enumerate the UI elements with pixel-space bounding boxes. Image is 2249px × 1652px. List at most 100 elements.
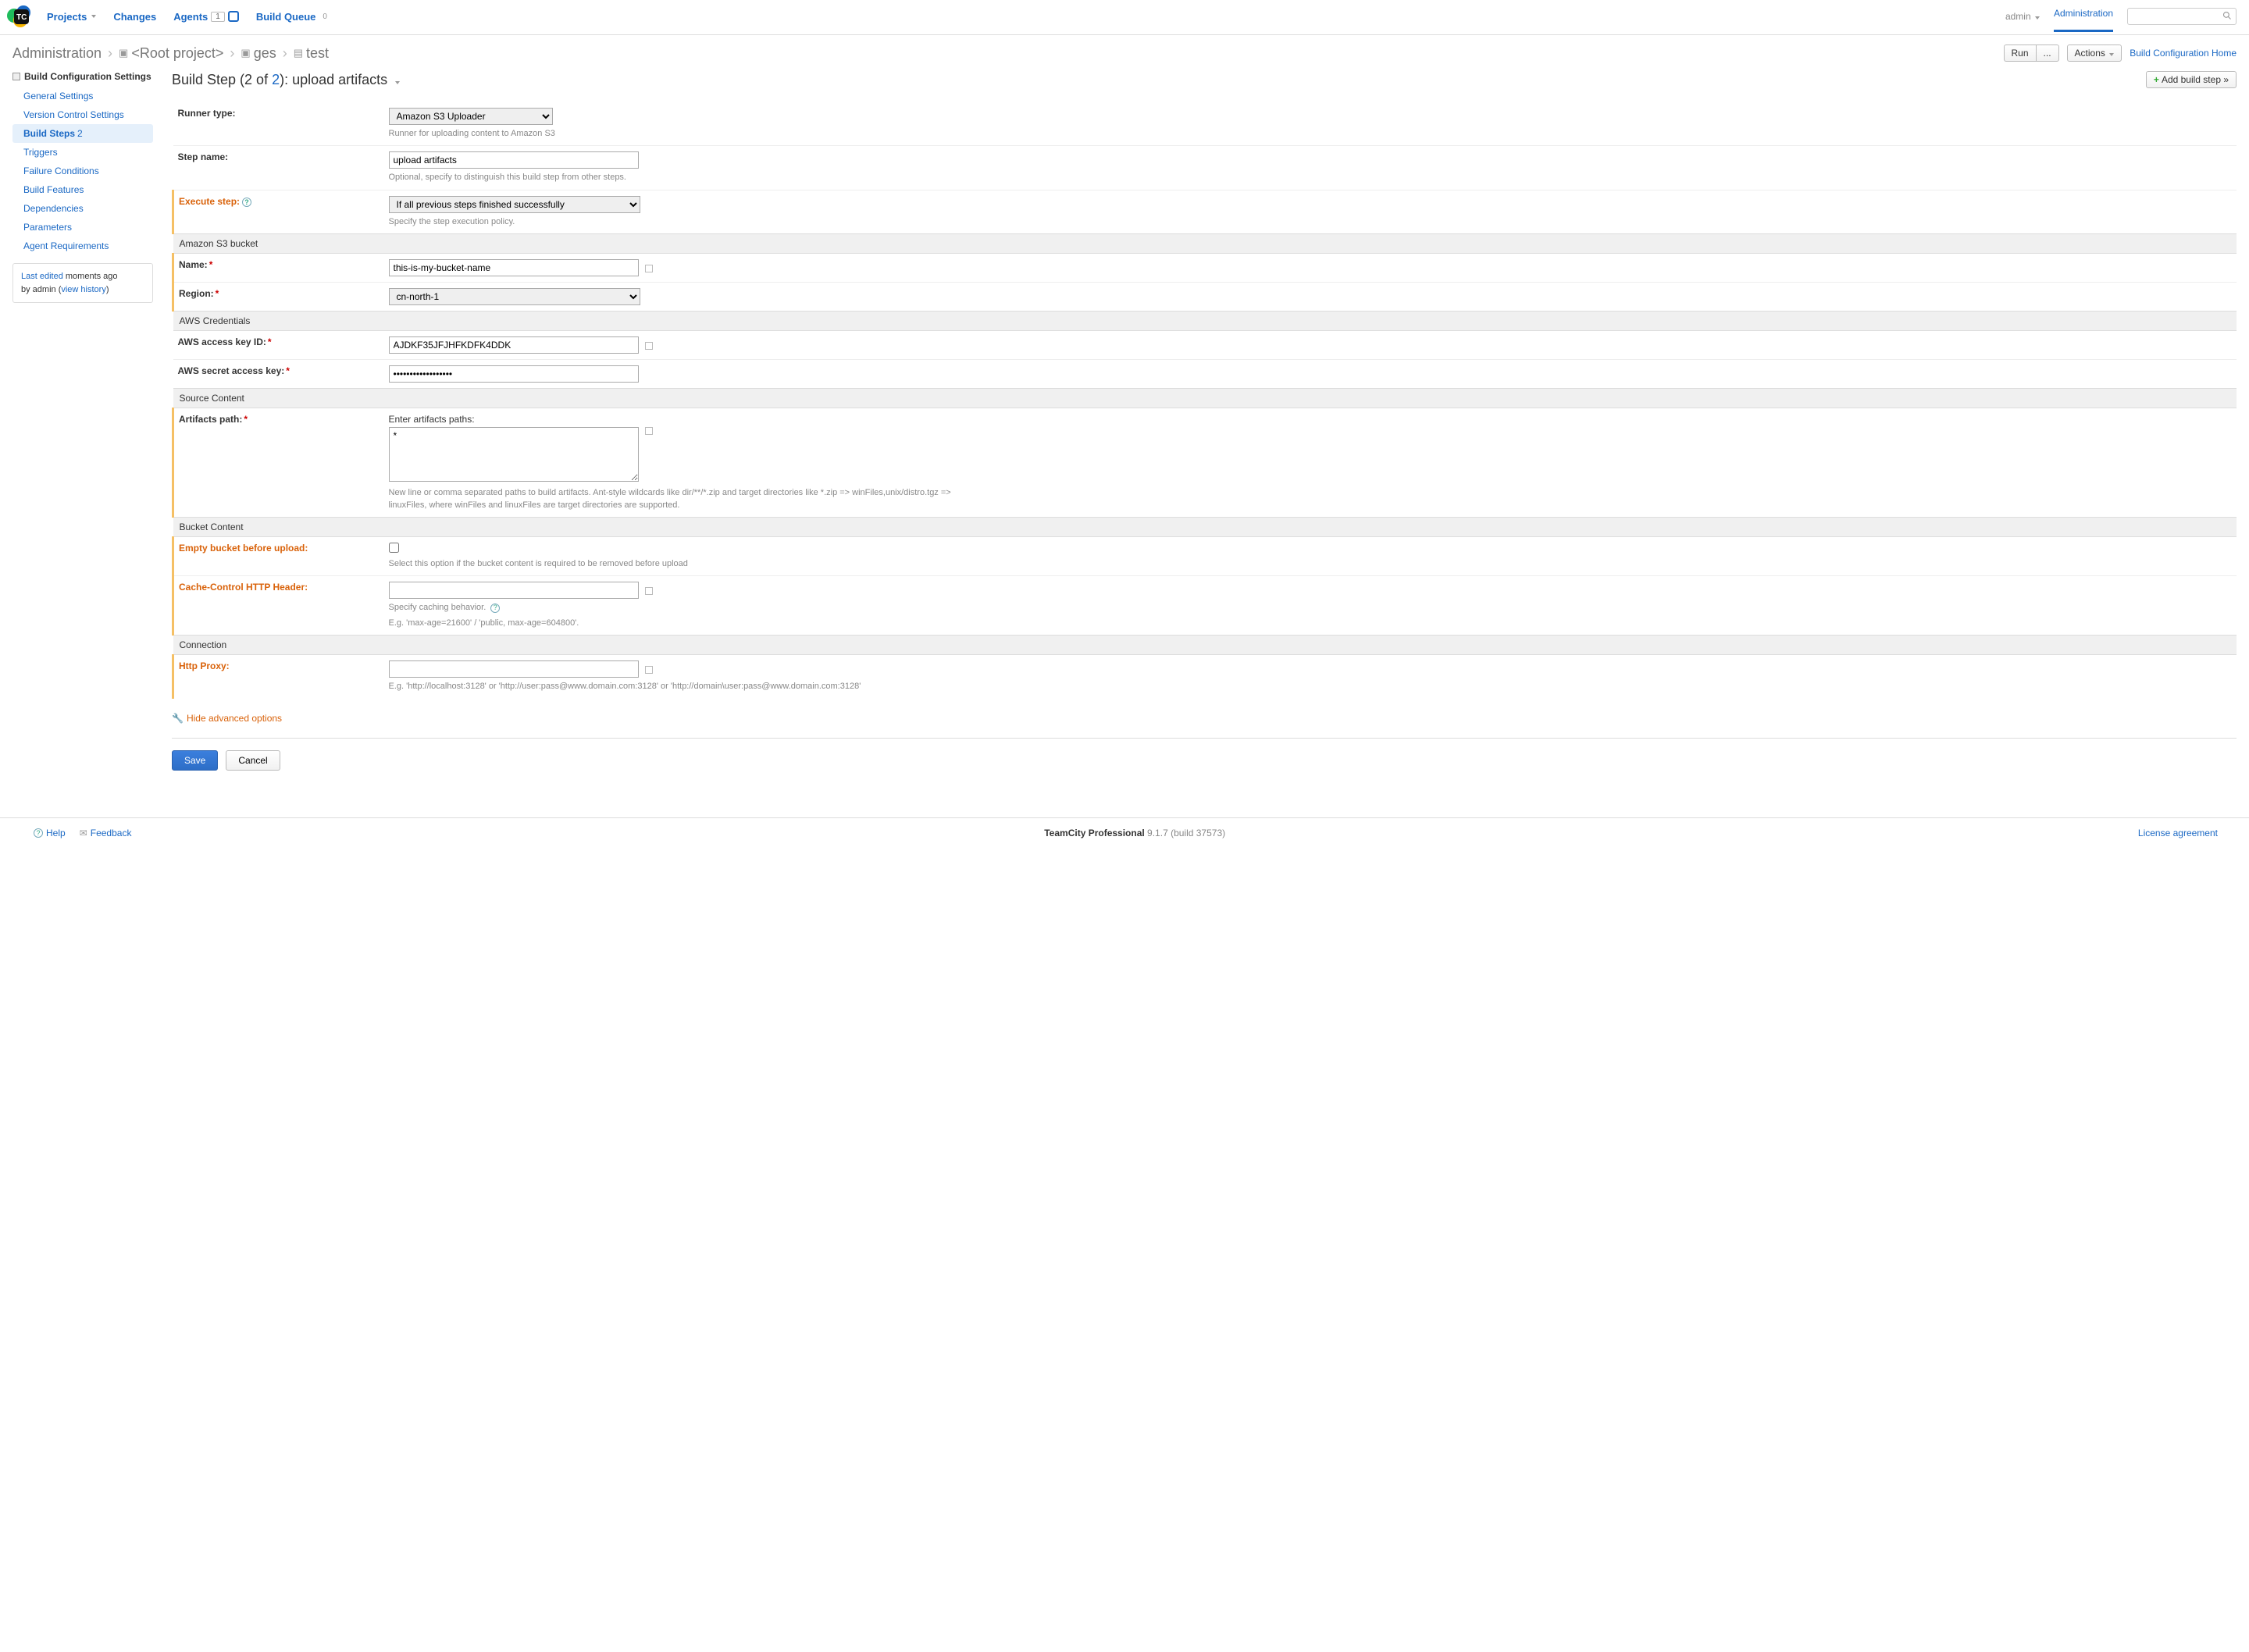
param-ref-icon[interactable]	[645, 666, 653, 674]
runner-type-label: Runner type:	[173, 102, 384, 146]
mail-icon: ✉	[80, 828, 87, 838]
build-steps-count: 2	[77, 128, 83, 139]
section-credentials: AWS Credentials	[173, 312, 2237, 331]
save-button[interactable]: Save	[172, 750, 218, 771]
chevron-down-icon	[2035, 16, 2040, 20]
crumb-project[interactable]: ▣ges	[241, 45, 276, 62]
region-select[interactable]: cn-north-1	[389, 288, 640, 305]
sidebar-item-build-steps[interactable]: Build Steps2	[12, 124, 153, 143]
sidebar-item-features[interactable]: Build Features	[12, 180, 153, 199]
sidebar-item-agent-req[interactable]: Agent Requirements	[12, 237, 153, 255]
section-source: Source Content	[173, 389, 2237, 408]
last-edited-box: Last edited moments ago by admin (view h…	[12, 263, 153, 303]
nav-changes[interactable]: Changes	[113, 11, 156, 23]
secret-key-input[interactable]	[389, 365, 639, 383]
execute-step-select[interactable]: If all previous steps finished successfu…	[389, 196, 640, 213]
empty-bucket-help: Select this option if the bucket content…	[389, 558, 982, 570]
help-icon: ?	[34, 828, 43, 838]
access-key-label: AWS access key ID:*	[173, 331, 384, 360]
chevron-down-icon	[2109, 53, 2114, 56]
step-name-help: Optional, specify to distinguish this bu…	[389, 172, 982, 183]
build-config-home-link[interactable]: Build Configuration Home	[2130, 48, 2237, 59]
artifacts-path-textarea[interactable]: *	[389, 427, 639, 482]
breadcrumb-actions: Run ... Actions Build Configuration Home	[2004, 45, 2237, 62]
section-bucket-content: Bucket Content	[173, 517, 2237, 536]
teamcity-logo[interactable]: TC	[6, 5, 33, 28]
total-steps-link[interactable]: 2	[272, 72, 280, 87]
form-table: Runner type: Amazon S3 Uploader Runner f…	[172, 102, 2237, 699]
empty-bucket-label: Empty bucket before upload:	[173, 536, 384, 575]
chevron-right-icon: ›	[230, 45, 234, 62]
section-s3-bucket: Amazon S3 bucket	[173, 234, 2237, 254]
folder-icon: ▣	[241, 47, 250, 59]
run-button-group: Run ...	[2004, 45, 2059, 62]
folder-icon: ▣	[119, 47, 128, 59]
param-ref-icon[interactable]	[645, 587, 653, 595]
crumb-administration[interactable]: Administration	[12, 45, 102, 62]
region-label: Region:*	[173, 283, 384, 312]
empty-bucket-checkbox[interactable]	[389, 543, 399, 553]
username[interactable]: admin	[2005, 11, 2040, 22]
search-input[interactable]	[2127, 8, 2237, 25]
sidebar-title: Build Configuration Settings	[12, 71, 153, 82]
feedback-link[interactable]: ✉Feedback	[80, 828, 132, 838]
sidebar-item-triggers[interactable]: Triggers	[12, 143, 153, 162]
agents-count: 1	[211, 12, 225, 22]
top-right: admin Administration	[2005, 8, 2237, 25]
sidebar-item-general[interactable]: General Settings	[12, 87, 153, 105]
nav-projects[interactable]: Projects	[47, 11, 96, 23]
chevron-right-icon: ›	[283, 45, 287, 62]
hide-advanced-toggle[interactable]: 🔧Hide advanced options	[172, 713, 2237, 724]
access-key-input[interactable]	[389, 336, 639, 354]
view-history-link[interactable]: view history	[61, 285, 105, 294]
sidebar-item-parameters[interactable]: Parameters	[12, 218, 153, 237]
help-link[interactable]: ?Help	[31, 828, 66, 838]
bucket-name-input[interactable]	[389, 259, 639, 276]
run-more-button[interactable]: ...	[2036, 45, 2059, 62]
nav-build-queue[interactable]: Build Queue 0	[256, 11, 331, 23]
sidebar-item-dependencies[interactable]: Dependencies	[12, 199, 153, 218]
last-edited-link[interactable]: Last edited	[21, 272, 63, 281]
param-ref-icon[interactable]	[645, 427, 653, 435]
sidebar-item-failure[interactable]: Failure Conditions	[12, 162, 153, 180]
add-build-step-button[interactable]: +Add build step »	[2146, 71, 2237, 88]
cancel-button[interactable]: Cancel	[226, 750, 280, 771]
runner-type-help: Runner for uploading content to Amazon S…	[389, 128, 982, 140]
artifacts-path-help: New line or comma separated paths to bui…	[389, 487, 982, 511]
main-content: Build Step (2 of 2): upload artifacts +A…	[172, 71, 2237, 771]
chevron-down-icon	[91, 15, 96, 18]
nav-agents[interactable]: Agents 1	[173, 11, 239, 23]
sidebar: Build Configuration Settings General Set…	[12, 71, 153, 771]
param-ref-icon[interactable]	[645, 342, 653, 350]
bucket-name-label: Name:*	[173, 254, 384, 283]
run-button[interactable]: Run	[2004, 45, 2036, 62]
proxy-input[interactable]	[389, 660, 639, 678]
secret-key-label: AWS secret access key:*	[173, 360, 384, 389]
license-link[interactable]: License agreement	[2138, 828, 2218, 838]
runner-type-select[interactable]: Amazon S3 Uploader	[389, 108, 553, 125]
help-icon[interactable]: ?	[242, 198, 251, 207]
breadcrumb: Administration › ▣<Root project> › ▣ges …	[12, 45, 329, 62]
administration-link[interactable]: Administration	[2054, 8, 2113, 25]
step-name-input[interactable]	[389, 151, 639, 169]
section-connection: Connection	[173, 636, 2237, 655]
param-ref-icon[interactable]	[645, 265, 653, 272]
page-title: Build Step (2 of 2): upload artifacts	[172, 72, 400, 88]
config-icon	[12, 73, 20, 80]
config-icon: ▤	[294, 47, 303, 59]
crumb-root[interactable]: ▣<Root project>	[119, 45, 223, 62]
top-nav: Projects Changes Agents 1 Build Queue 0	[47, 11, 2005, 23]
wrench-icon: 🔧	[172, 713, 184, 724]
sidebar-item-vcs[interactable]: Version Control Settings	[12, 105, 153, 124]
cache-control-input[interactable]	[389, 582, 639, 599]
chevron-down-icon[interactable]	[395, 81, 400, 84]
search-icon	[2222, 11, 2232, 23]
help-icon[interactable]: ?	[490, 603, 500, 613]
footer: ?Help ✉Feedback TeamCity Professional 9.…	[0, 817, 2249, 848]
execute-step-label: Execute step:?	[173, 190, 384, 233]
form-actions: Save Cancel	[172, 738, 2237, 771]
proxy-label: Http Proxy:	[173, 655, 384, 699]
step-name-label: Step name:	[173, 146, 384, 190]
actions-dropdown[interactable]: Actions	[2067, 45, 2122, 62]
crumb-config[interactable]: ▤test	[294, 45, 329, 62]
